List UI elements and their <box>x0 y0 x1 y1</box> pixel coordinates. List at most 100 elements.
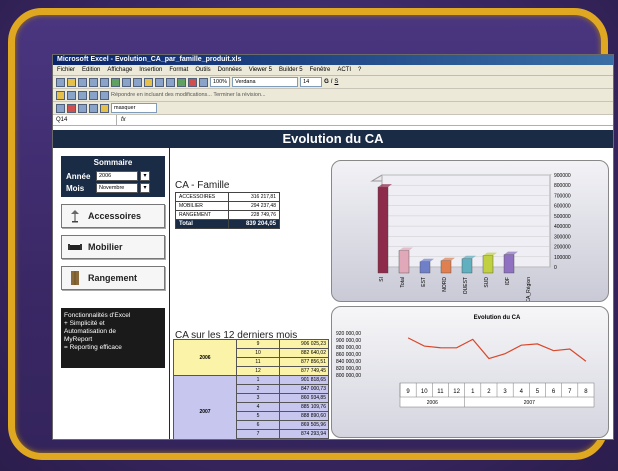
copy-icon[interactable] <box>133 77 142 87</box>
chevron-down-icon[interactable]: ▾ <box>140 183 150 193</box>
year-cell[interactable]: 2007 <box>173 375 237 439</box>
month-cell[interactable]: 10 <box>236 348 280 358</box>
formula-bar: Q14 fx <box>53 115 613 126</box>
month-cell[interactable]: 4 <box>236 402 280 412</box>
chevron-down-icon[interactable]: ▾ <box>140 171 150 181</box>
cell[interactable]: 294 237,48 <box>228 201 280 211</box>
review-icon-2[interactable] <box>67 90 76 100</box>
nav-mobilier-button[interactable]: Mobilier <box>61 235 165 259</box>
group-label: 2006 <box>427 400 438 406</box>
month-cell[interactable]: 8 <box>236 438 280 439</box>
month-cell[interactable]: 9 <box>236 339 280 349</box>
bar <box>419 261 431 274</box>
cell[interactable]: RANGEMENT <box>175 210 229 220</box>
menu-item[interactable]: Edition <box>82 67 100 73</box>
year-cell[interactable]: 2006 <box>173 339 237 376</box>
y-tick-label: 800 000,00 <box>336 373 361 379</box>
y-tick-label: 900000 <box>554 173 571 179</box>
bold-icon[interactable]: G <box>324 79 329 85</box>
style-box[interactable]: masquer <box>111 103 157 113</box>
paste-icon[interactable] <box>144 77 153 87</box>
underline-icon[interactable]: S <box>334 79 338 85</box>
review-icon[interactable] <box>56 90 65 100</box>
new-icon[interactable] <box>56 77 65 87</box>
menu-item[interactable]: Format <box>169 67 188 73</box>
form-icon[interactable] <box>89 103 98 113</box>
review-text[interactable]: Répondre en incluant des modifications..… <box>111 92 266 98</box>
month-cell[interactable]: 6 <box>236 420 280 430</box>
font-name-box[interactable]: Verdana <box>232 77 299 87</box>
zoom-box[interactable]: 100% <box>210 77 231 87</box>
month-cell[interactable]: 12 <box>236 366 280 376</box>
value-cell[interactable]: 860 934,85 <box>279 393 329 403</box>
chart-wizard-icon[interactable] <box>177 77 186 87</box>
value-cell[interactable]: 906 025,23 <box>279 339 329 349</box>
y-tick-label: 0 <box>554 265 557 271</box>
excel-window: Microsoft Excel - Evolution_CA_par_famil… <box>52 54 614 440</box>
table-row: 2006 9 906 025,23 <box>173 339 329 376</box>
cell[interactable]: 839 204,05 <box>228 219 280 229</box>
sum-icon[interactable] <box>188 77 197 87</box>
redo-icon[interactable] <box>166 77 175 87</box>
review-icon-4[interactable] <box>89 90 98 100</box>
x-tick-label: EST <box>421 277 427 287</box>
menu-item[interactable]: ACTI <box>337 67 351 73</box>
font-size-box[interactable]: 14 <box>300 77 323 87</box>
value-cell[interactable]: 877 749,45 <box>279 366 329 376</box>
cell[interactable]: 316 217,81 <box>228 192 280 202</box>
sort-icon[interactable] <box>199 77 208 87</box>
month-cell[interactable]: 2 <box>236 384 280 394</box>
value-cell[interactable]: 885 109,76 <box>279 402 329 412</box>
cut-icon[interactable] <box>122 77 131 87</box>
menu-item[interactable]: Affichage <box>107 67 132 73</box>
left-panel: Sommaire Année 2006 ▾ Mois Novembre ▾ Ac… <box>61 156 165 368</box>
month-cell[interactable]: 5 <box>236 411 280 421</box>
menu-item[interactable]: Fenêtre <box>310 67 331 73</box>
menu-item[interactable]: Outils <box>195 67 210 73</box>
value-cell[interactable]: 882 640,02 <box>279 348 329 358</box>
menu-item[interactable]: Builder 5 <box>279 67 303 73</box>
review-icon-3[interactable] <box>78 90 87 100</box>
nav-rangement-button[interactable]: Rangement <box>61 266 165 290</box>
value-cell[interactable]: 888 890,60 <box>279 411 329 421</box>
cell-reference[interactable]: Q14 <box>53 115 117 125</box>
y-tick-label: 880 000,00 <box>336 345 361 351</box>
cell[interactable]: Total <box>175 219 229 229</box>
month-cell[interactable]: 1 <box>236 375 280 385</box>
month-cell[interactable]: 7 <box>236 429 280 439</box>
control-icon[interactable] <box>56 103 65 113</box>
spell-icon[interactable] <box>111 77 120 87</box>
nav-label: Rangement <box>88 273 138 283</box>
value-cell[interactable]: 847 000,73 <box>279 384 329 394</box>
menu-item[interactable]: Insertion <box>139 67 162 73</box>
menu-item[interactable]: ? <box>358 67 361 73</box>
cell[interactable]: 228 749,76 <box>228 210 280 220</box>
nav-accessoires-button[interactable]: Accessoires <box>61 204 165 228</box>
value-cell[interactable]: 901 818,65 <box>279 375 329 385</box>
month-cell[interactable]: 11 <box>236 357 280 367</box>
value-cell[interactable]: 877 856,51 <box>279 357 329 367</box>
undo-icon[interactable] <box>155 77 164 87</box>
menu-item[interactable]: Données <box>218 67 242 73</box>
year-select[interactable]: 2006 <box>96 171 138 181</box>
bar <box>440 260 452 274</box>
italic-icon[interactable]: I <box>331 79 333 85</box>
menu-item[interactable]: Viewer 5 <box>249 67 272 73</box>
save-icon[interactable] <box>78 77 87 87</box>
cell[interactable]: ACCESSOIRES <box>175 192 229 202</box>
value-cell[interactable]: 869 505,96 <box>279 420 329 430</box>
month-select[interactable]: Novembre <box>96 183 138 193</box>
value-cell[interactable]: 874 293,94 <box>279 429 329 439</box>
menu-item[interactable]: Fichier <box>57 67 75 73</box>
print-icon[interactable] <box>89 77 98 87</box>
open-icon[interactable] <box>67 77 76 87</box>
form-icon-2[interactable] <box>100 103 109 113</box>
value-cell[interactable]: 839 204,05 <box>279 438 329 439</box>
cell[interactable]: MOBILIER <box>175 201 229 211</box>
preview-icon[interactable] <box>100 77 109 87</box>
stop-icon[interactable] <box>67 103 76 113</box>
month-cell[interactable]: 3 <box>236 393 280 403</box>
refresh-icon[interactable] <box>78 103 87 113</box>
lamp-icon <box>68 209 82 223</box>
review-icon-5[interactable] <box>100 90 109 100</box>
